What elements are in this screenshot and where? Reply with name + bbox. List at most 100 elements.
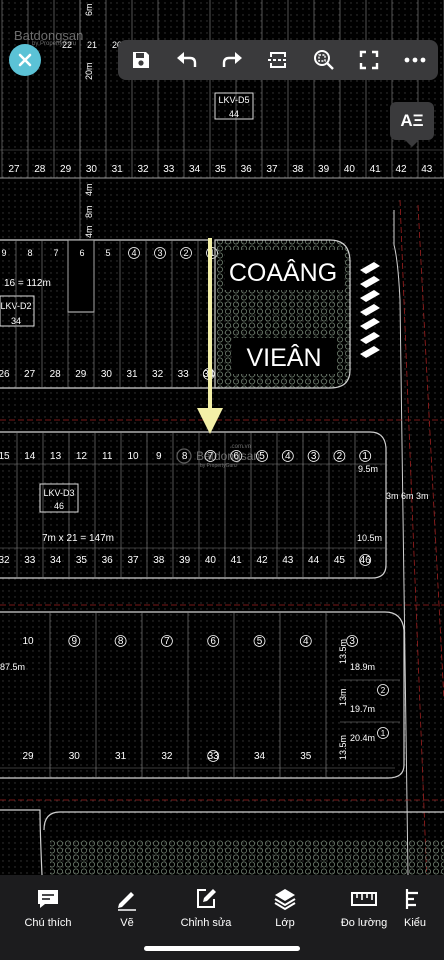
top-lot-number: 39: [318, 164, 330, 175]
d2-lot-number: 32: [152, 369, 164, 380]
style-tool[interactable]: Kiểu: [404, 887, 444, 929]
pencil-icon: [118, 892, 136, 911]
d2-lot-number: 2: [183, 248, 188, 258]
top-lot-number: 41: [370, 164, 382, 175]
measure-tool[interactable]: Đo lường: [328, 887, 400, 929]
park-label-2: VIEÂN: [246, 343, 321, 372]
b4-lot-number: 34: [254, 751, 266, 762]
d2-lot-number: 6: [79, 248, 84, 258]
d3-lot-number: 33: [24, 555, 36, 566]
d3-lot-number: 36: [102, 555, 114, 566]
d3-dim-top: 9.5m: [358, 464, 378, 474]
d2-lot-number: 29: [75, 369, 87, 380]
b4-dim-left: 87.5m: [0, 662, 25, 672]
d3-lot-number: 3: [311, 451, 317, 462]
compare-button[interactable]: [261, 43, 295, 77]
d3-lot-number: 40: [205, 555, 217, 566]
watermark-center-brand: Batdongsan: [196, 449, 260, 463]
d3-dim-bottom: 10.5m: [357, 533, 382, 543]
d3-lot-number: 35: [76, 555, 88, 566]
d3-lot-number: 43: [282, 555, 294, 566]
style-tool-label: Kiểu: [404, 917, 427, 929]
draw-tool-label: Vẽ: [120, 917, 134, 929]
drawing-canvas[interactable]: LKV-D5 44 27 28 29 30 31 32 33 34 35 36 37 38 39 40 41…: [0, 0, 444, 875]
d2-lot-number: 9: [1, 248, 6, 258]
d3-lot-number: 37: [127, 555, 139, 566]
home-indicator[interactable]: [144, 946, 300, 951]
comment-tool[interactable]: Chú thích: [12, 887, 84, 929]
park-label-1: COAÂNG: [229, 258, 337, 287]
b4-lot-1: 1: [381, 729, 386, 738]
style-icon: [405, 889, 418, 909]
save-button[interactable]: [124, 43, 158, 77]
layers-tool[interactable]: Lớp: [249, 887, 321, 929]
d3-lot-number: 45: [334, 555, 346, 566]
b4-lot-number: 8: [118, 636, 124, 647]
text-style-button[interactable]: AΞ: [390, 102, 434, 147]
d2-lot-number: 31: [126, 369, 138, 380]
fullscreen-icon: [360, 50, 379, 70]
top-lot-number: 37: [266, 164, 278, 175]
d3-lot-number: 11: [102, 451, 113, 462]
b4-dim-r3: 20.4m: [350, 733, 375, 743]
top-lot-number: 32: [137, 164, 149, 175]
top-lot-number: 27: [8, 164, 20, 175]
top-toolbar: [118, 40, 438, 80]
b4-dim-r1: 18.9m: [350, 662, 375, 672]
d3-lot-number: 9: [156, 451, 162, 462]
top-lot-number: 30: [86, 164, 98, 175]
b4-lot-2: 2: [381, 686, 386, 695]
edit-tool[interactable]: Chỉnh sửa: [170, 887, 242, 929]
b4-lot-number: 29: [22, 751, 34, 762]
d3-lot-number: 34: [50, 555, 62, 566]
top-lot-number: 34: [189, 164, 201, 175]
b4-lot-number: 32: [161, 751, 173, 762]
top-lot-number: 42: [395, 164, 407, 175]
d2-lot-number: 3: [157, 248, 162, 258]
road-dims: 3m 6m 3m: [386, 491, 429, 501]
d3-lot-number: 41: [231, 555, 243, 566]
b4-lot-number: 6: [210, 636, 216, 647]
b4-dim-v3: 13.5m: [338, 735, 348, 760]
fullscreen-button[interactable]: [352, 43, 386, 77]
comment-icon: [38, 890, 58, 908]
zoom-fit-button[interactable]: [307, 43, 341, 77]
d3-lot-number: 4: [285, 451, 291, 462]
block-d3-count: 46: [54, 501, 64, 511]
top-head-number: 21: [87, 40, 97, 50]
b4-lot-number: 30: [69, 751, 81, 762]
top-lot-number: 28: [34, 164, 46, 175]
draw-tool[interactable]: Vẽ: [91, 887, 163, 929]
layers-tool-label: Lớp: [275, 917, 295, 929]
d2-lot-number: 33: [178, 369, 190, 380]
watermark-top-sub: by PropertyGuru: [32, 41, 77, 47]
more-button[interactable]: [398, 43, 432, 77]
block-d3-area: 7m x 21 = 147m: [42, 533, 114, 544]
edit-tool-label: Chỉnh sửa: [180, 917, 232, 929]
close-icon: [18, 53, 32, 67]
close-button[interactable]: [9, 44, 41, 76]
undo-button[interactable]: [170, 43, 204, 77]
b4-lot-number: 5: [257, 636, 263, 647]
cad-drawing: LKV-D5 44 27 28 29 30 31 32 33 34 35 36 37 38 39 40 41…: [0, 0, 444, 875]
redo-button[interactable]: [215, 43, 249, 77]
d3-lot-number: 13: [50, 451, 62, 462]
save-icon: [132, 52, 149, 68]
watermark-center-domain: .com.vn: [230, 444, 251, 450]
d2-lot-number: 8: [27, 248, 32, 258]
b4-lot-number: 35: [300, 751, 312, 762]
top-lot-number: 31: [112, 164, 124, 175]
edit-icon: [197, 889, 216, 908]
measure-tool-label: Đo lường: [340, 917, 388, 929]
dim-4m-2: 4m: [84, 225, 94, 238]
d3-lot-number: 1: [362, 451, 368, 462]
layers-icon: [274, 889, 296, 911]
b4-lot-number: 3: [349, 636, 355, 647]
b4-lot-number: 4: [303, 636, 309, 647]
dim-6m: 6m: [84, 3, 94, 16]
d3-lot-number: 14: [24, 451, 36, 462]
dim-8m: 8m: [84, 205, 94, 218]
b4-dim-v2: 13m: [338, 688, 348, 706]
dim-4m: 4m: [84, 183, 94, 196]
dim-20m-top: 20m: [84, 62, 94, 80]
